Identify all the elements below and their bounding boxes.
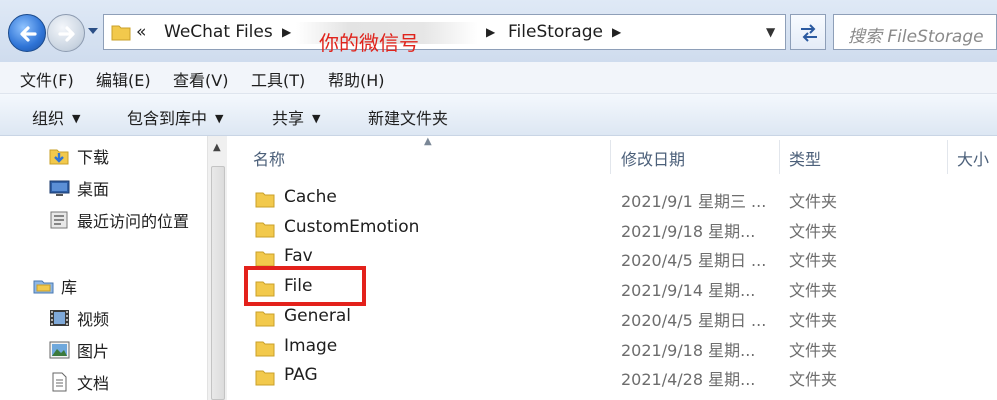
file-type: 文件夹 xyxy=(789,281,838,300)
wechat-id-annotation: 你的微信号 xyxy=(319,31,419,55)
nav-item-label: 最近访问的位置 xyxy=(77,212,190,231)
search-placeholder: 搜索 FileStorage xyxy=(848,27,984,47)
breadcrumb-filestorage[interactable]: FileStorage xyxy=(508,22,603,42)
file-name: PAG xyxy=(284,365,318,385)
file-type: 文件夹 xyxy=(789,341,838,360)
file-date: 2021/9/1 星期三 ... xyxy=(621,192,767,211)
recent-pages-dropdown-icon[interactable] xyxy=(88,28,98,36)
menu-view[interactable]: 查看(V) xyxy=(173,67,228,91)
refresh-icon xyxy=(801,24,817,42)
search-input[interactable]: 搜索 FileStorage xyxy=(833,14,997,50)
column-divider[interactable] xyxy=(610,140,611,174)
column-header-type[interactable]: 类型 xyxy=(789,146,821,170)
file-date: 2020/4/5 星期日 ... xyxy=(621,251,767,270)
file-date: 2020/4/5 星期日 ... xyxy=(621,311,767,330)
nav-item-label: 桌面 xyxy=(77,180,110,199)
new-folder-button[interactable]: 新建文件夹 xyxy=(368,105,448,129)
file-name: General xyxy=(284,306,351,326)
organize-button[interactable]: 组织 ▼ xyxy=(32,105,80,129)
address-box[interactable]: « WeChat Files ▶ ▶ FileStorage ▶ ▼ xyxy=(103,14,786,50)
nav-item-label: 库 xyxy=(61,278,78,297)
folder-icon xyxy=(255,311,275,327)
library-icon xyxy=(33,280,54,294)
column-header-date[interactable]: 修改日期 xyxy=(621,146,685,170)
back-arrow-icon xyxy=(20,26,37,42)
file-date: 2021/9/14 星期... xyxy=(621,281,756,300)
file-date: 2021/9/18 星期... xyxy=(621,341,756,360)
dropdown-arrow-icon: ▼ xyxy=(72,112,81,125)
file-date: 2021/4/28 星期... xyxy=(621,370,756,389)
column-divider[interactable] xyxy=(779,140,780,174)
folder-icon xyxy=(255,341,275,357)
highlight-box-file-folder xyxy=(244,266,366,306)
nav-pane-scrollbar[interactable]: ▲ xyxy=(207,136,227,400)
folder-icon xyxy=(255,370,275,386)
folder-icon xyxy=(255,222,275,238)
file-row[interactable]: PAG 2021/4/28 星期... 文件夹 xyxy=(228,362,997,392)
menu-tools[interactable]: 工具(T) xyxy=(251,67,305,91)
nav-item-label: 文档 xyxy=(77,374,110,393)
sort-ascending-icon: ▲ xyxy=(424,136,432,147)
column-header-size[interactable]: 大小 xyxy=(957,146,989,170)
menu-file[interactable]: 文件(F) xyxy=(20,67,74,91)
forward-button[interactable] xyxy=(47,14,85,52)
forward-arrow-icon xyxy=(58,26,75,42)
column-header-name[interactable]: 名称 xyxy=(253,146,285,170)
breadcrumb-chevron-icon[interactable]: ▶ xyxy=(612,25,621,39)
desktop-icon xyxy=(49,180,70,196)
address-bar-row: « WeChat Files ▶ ▶ FileStorage ▶ ▼ 你的微信号… xyxy=(0,0,997,62)
file-name: Image xyxy=(284,336,338,356)
organize-label: 组织 xyxy=(32,109,65,128)
back-button[interactable] xyxy=(8,14,46,52)
file-row-partial[interactable] xyxy=(228,392,997,400)
nav-item-label: 视频 xyxy=(77,310,110,329)
include-in-library-label: 包含到库中 xyxy=(127,109,208,128)
file-type: 文件夹 xyxy=(789,251,838,270)
picture-icon xyxy=(49,341,70,359)
navigation-pane: 下载 桌面 最近访问的位置 库 视频 图片 文档 xyxy=(0,136,207,400)
menu-bar: 文件(F) 编辑(E) 查看(V) 工具(T) 帮助(H) xyxy=(0,62,997,94)
dropdown-arrow-icon: ▼ xyxy=(312,112,321,125)
breadcrumb-overflow[interactable]: « xyxy=(136,22,146,42)
file-row[interactable]: General 2020/4/5 星期日 ... 文件夹 xyxy=(228,303,997,333)
column-divider[interactable] xyxy=(947,140,948,174)
nav-item-label: 图片 xyxy=(77,342,110,361)
folder-icon xyxy=(255,192,275,208)
breadcrumb-chevron-icon[interactable]: ▶ xyxy=(282,25,291,39)
file-type: 文件夹 xyxy=(789,192,838,211)
file-row[interactable]: Cache 2021/9/1 星期三 ... 文件夹 xyxy=(228,184,997,214)
file-type: 文件夹 xyxy=(789,311,838,330)
share-label: 共享 xyxy=(272,109,305,128)
dropdown-arrow-icon: ▼ xyxy=(215,112,224,125)
menu-help[interactable]: 帮助(H) xyxy=(328,67,385,91)
scrollbar-thumb[interactable] xyxy=(211,166,225,400)
scroll-up-arrow-icon[interactable]: ▲ xyxy=(213,142,221,153)
folder-icon xyxy=(111,25,131,41)
download-folder-icon xyxy=(49,149,69,165)
file-name: Fav xyxy=(284,246,313,266)
address-history-dropdown-icon[interactable]: ▼ xyxy=(766,25,775,39)
command-toolbar: 组织 ▼ 包含到库中 ▼ 共享 ▼ 新建文件夹 xyxy=(0,94,997,136)
file-name: CustomEmotion xyxy=(284,217,420,237)
file-row[interactable]: CustomEmotion 2021/9/18 星期... 文件夹 xyxy=(228,214,997,244)
menu-edit[interactable]: 编辑(E) xyxy=(96,67,151,91)
recent-places-icon xyxy=(50,211,68,229)
refresh-button[interactable] xyxy=(790,14,826,50)
file-name: Cache xyxy=(284,187,337,207)
folder-icon xyxy=(255,251,275,267)
share-button[interactable]: 共享 ▼ xyxy=(272,105,320,129)
file-type: 文件夹 xyxy=(789,370,838,389)
document-icon xyxy=(52,372,67,392)
video-icon xyxy=(50,310,69,326)
file-date: 2021/9/18 星期... xyxy=(621,222,756,241)
include-in-library-button[interactable]: 包含到库中 ▼ xyxy=(127,105,223,129)
file-row[interactable]: Image 2021/9/18 星期... 文件夹 xyxy=(228,333,997,363)
breadcrumb-chevron-icon[interactable]: ▶ xyxy=(486,25,495,39)
breadcrumb-wechat-files[interactable]: WeChat Files xyxy=(164,22,273,42)
nav-item-label: 下载 xyxy=(77,148,110,167)
file-type: 文件夹 xyxy=(789,222,838,241)
